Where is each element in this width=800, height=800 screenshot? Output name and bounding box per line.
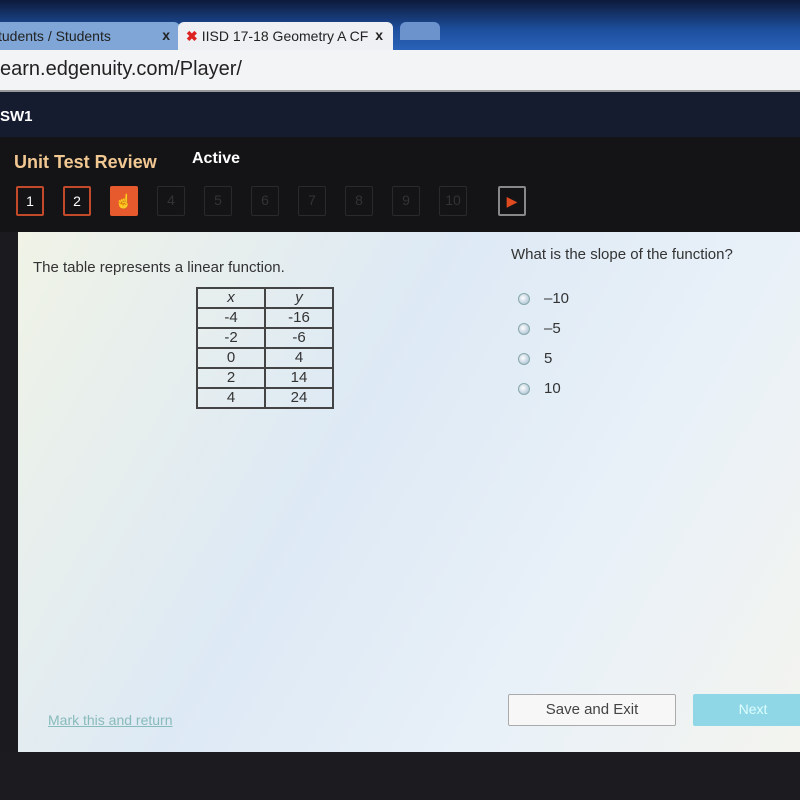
activity-title: Unit Test Review [14, 152, 157, 172]
answer-option[interactable]: –5 [518, 320, 561, 337]
table-cell: -2 [196, 327, 266, 349]
table-row: 4 24 [196, 387, 334, 409]
option-label: 10 [544, 380, 561, 397]
question-8-button[interactable]: 8 [345, 186, 373, 216]
table-cell: 24 [264, 387, 334, 409]
question-5-button[interactable]: 5 [204, 186, 232, 216]
tab-geometry[interactable]: ✖ IISD 17-18 Geometry A CF x [178, 22, 393, 50]
close-icon[interactable]: x [375, 27, 383, 43]
question-2-button[interactable]: 2 [63, 186, 91, 216]
question-9-button[interactable]: 9 [392, 186, 420, 216]
activity-status: Active [192, 150, 241, 167]
option-label: –5 [544, 320, 561, 337]
question-3-button[interactable]: ☝ [110, 186, 138, 216]
next-question-arrow-icon[interactable]: ▶ [498, 186, 526, 216]
table-cell: 2 [196, 367, 266, 389]
edgenuity-logo-icon: ✖ [186, 28, 198, 44]
function-table: xy -4 -16 -2 -6 0 4 2 14 4 24 [196, 287, 334, 409]
tab-label: IISD 17-18 Geometry A CF [201, 28, 369, 44]
radio-button[interactable] [518, 292, 530, 305]
new-tab-button[interactable] [400, 22, 440, 40]
radio-button[interactable] [518, 322, 530, 335]
tab-students[interactable]: tudents / Students x [0, 22, 180, 50]
close-icon[interactable]: x [162, 27, 170, 43]
answer-option[interactable]: –10 [518, 290, 569, 307]
question-panel: The table represents a linear function. … [18, 232, 800, 752]
option-label: 5 [544, 350, 553, 367]
radio-button[interactable] [518, 382, 530, 395]
question-7-button[interactable]: 7 [298, 186, 326, 216]
hand-cursor-icon: ☝ [115, 193, 133, 209]
table-cell: 4 [196, 387, 266, 409]
question-1-button[interactable]: 1 [16, 186, 44, 216]
browser-tab-bar: tudents / Students x ✖ IISD 17-18 Geometry… [0, 0, 800, 50]
table-cell: -4 [196, 307, 266, 329]
screen-bezel [0, 752, 800, 800]
mark-and-return-link[interactable]: Mark this and return [48, 712, 173, 728]
radio-button[interactable] [518, 352, 530, 365]
table-row: -2 -6 [196, 327, 334, 349]
question-10-button[interactable]: 10 [439, 186, 467, 216]
tab-label: tudents / Students [0, 28, 111, 44]
header-x: x [196, 287, 266, 309]
question-6-button[interactable]: 6 [251, 186, 279, 216]
answer-option[interactable]: 5 [518, 350, 552, 367]
save-and-exit-button[interactable]: Save and Exit [508, 694, 676, 726]
table-cell: -16 [264, 307, 334, 329]
header-y: y [264, 287, 334, 309]
table-row: 04 [196, 347, 334, 369]
table-cell: 4 [264, 347, 334, 369]
table-cell: 14 [264, 367, 334, 389]
table-row: 2 14 [196, 367, 334, 389]
course-header: SW1 [0, 92, 800, 137]
table-cell: 0 [196, 347, 266, 369]
option-label: –10 [544, 290, 570, 307]
question-prompt: What is the slope of the function? [511, 246, 733, 263]
question-4-button[interactable]: 4 [157, 186, 185, 216]
table-cell: -6 [264, 327, 334, 349]
address-bar[interactable]: earn.edgenuity.com/Player/ [0, 50, 800, 92]
table-row: -4 -16 [196, 307, 334, 329]
next-button[interactable]: Next [693, 694, 800, 726]
answer-option[interactable]: 10 [518, 380, 561, 397]
question-stem: The table represents a linear function. [33, 259, 285, 276]
